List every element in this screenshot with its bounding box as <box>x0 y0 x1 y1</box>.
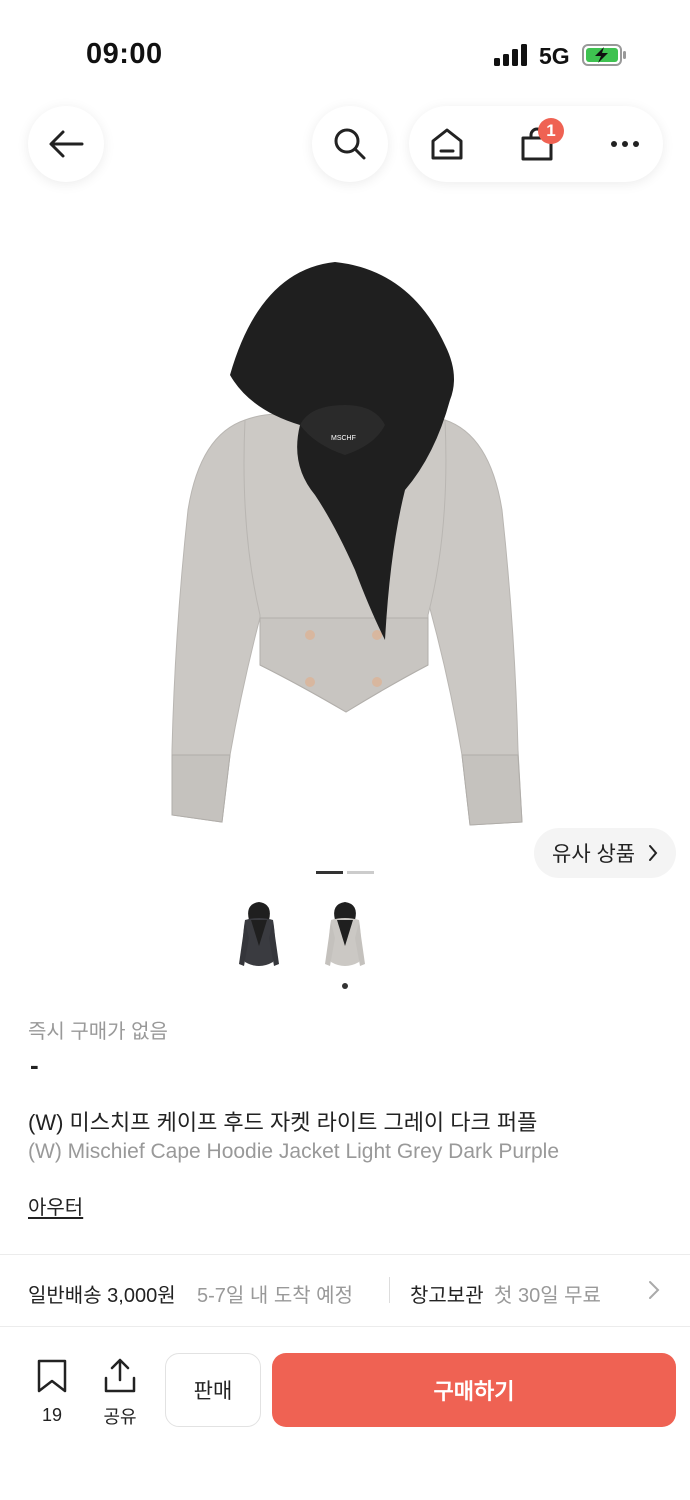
image-indicator-active <box>316 871 343 874</box>
thumbnail-light[interactable] <box>315 898 375 978</box>
brand-tag: MSCHF <box>331 435 356 442</box>
divider <box>0 1326 690 1327</box>
sell-button[interactable]: 판매 <box>165 1353 261 1427</box>
buy-button[interactable]: 구매하기 <box>272 1353 676 1427</box>
storage-label: 창고보관 <box>410 1285 484 1307</box>
similar-products-button[interactable]: 유사 상품 <box>534 828 676 878</box>
similar-products-label: 유사 상품 <box>552 843 636 866</box>
search-icon <box>334 128 366 160</box>
price: - <box>30 1050 39 1080</box>
home-button[interactable] <box>409 106 485 182</box>
network-label: 5G <box>539 43 570 69</box>
search-button[interactable] <box>312 106 388 182</box>
cart-button[interactable] <box>499 106 575 182</box>
product-title-en: (W) Mischief Cape Hoodie Jacket Light Gr… <box>28 1140 560 1163</box>
more-button[interactable] <box>587 106 663 182</box>
chevron-right-icon <box>649 1281 660 1299</box>
nav-actions <box>409 106 663 182</box>
back-button[interactable] <box>28 106 104 182</box>
more-horizontal-icon <box>611 141 639 147</box>
status-bar: 09:00 5G <box>0 0 690 100</box>
bottom-action-bar: 19 공유 판매 구매하기 <box>0 1336 690 1456</box>
separator <box>389 1277 390 1303</box>
arrow-left-icon <box>49 130 84 158</box>
image-indicator <box>347 871 374 874</box>
share-label: 공유 <box>103 1407 137 1427</box>
bookmark-count: 19 <box>41 1405 63 1425</box>
category-link[interactable]: 아우터 <box>28 1191 83 1220</box>
home-icon <box>431 128 463 160</box>
shipping-row[interactable]: 일반배송 3,000원 5-7일 내 도착 예정 창고보관 첫 30일 무료 <box>0 1255 690 1326</box>
storage-offer: 첫 30일 무료 <box>494 1285 601 1307</box>
thumbnail-selected-dot <box>342 983 348 989</box>
product-image[interactable]: MSCHF <box>150 250 540 840</box>
instant-price-label: 즉시 구매가 없음 <box>28 1021 168 1043</box>
battery-charging-icon <box>582 44 626 66</box>
share-icon <box>104 1358 136 1393</box>
shipping-label: 일반배송 3,000원 <box>28 1285 176 1307</box>
cart-count-badge: 1 <box>538 118 564 144</box>
status-time: 09:00 <box>86 38 163 70</box>
signal-icon <box>494 44 527 66</box>
share-button[interactable]: 공유 <box>98 1358 142 1429</box>
bookmark-icon <box>37 1359 67 1393</box>
bookmark-button[interactable]: 19 <box>30 1358 74 1426</box>
thumbnail-dark[interactable] <box>229 898 289 978</box>
shipping-eta: 5-7일 내 도착 예정 <box>197 1285 353 1307</box>
product-title-ko: (W) 미스치프 케이프 후드 자켓 라이트 그레이 다크 퍼플 <box>28 1110 538 1135</box>
chevron-right-icon <box>649 845 658 861</box>
